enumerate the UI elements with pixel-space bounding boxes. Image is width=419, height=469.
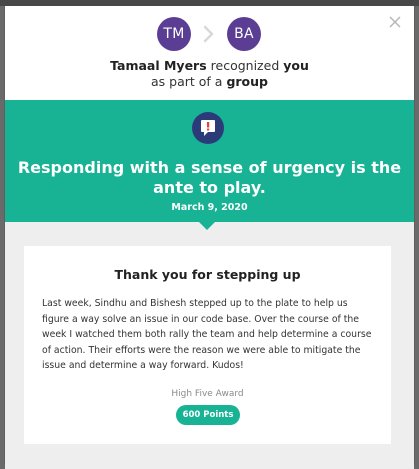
chevron-right-icon — [203, 25, 214, 43]
sender-avatar[interactable]: TM — [157, 17, 191, 51]
message-body: Last week, Sindhu and Bishesh stepped up… — [42, 298, 372, 371]
you-text: you — [283, 58, 309, 73]
value-banner: Responding with a sense of urgency is th… — [5, 100, 414, 222]
modal-header: TM BA Tamaal Myers recognized you as par… — [5, 6, 414, 100]
points-badge: 600 Points — [176, 405, 240, 425]
page-background-left — [0, 6, 4, 469]
recognized-text: recognized — [210, 58, 280, 73]
message-title: Thank you for stepping up — [114, 267, 301, 282]
recipient-avatar[interactable]: BA — [227, 17, 261, 51]
sender-name[interactable]: Tamaal Myers — [110, 58, 207, 73]
recognition-summary: Tamaal Myers recognized you as part of a… — [5, 58, 414, 90]
banner-pointer — [199, 222, 215, 230]
as-part-of-text: as part of a — [151, 74, 223, 89]
value-badge — [192, 112, 224, 144]
value-headline: Responding with a sense of urgency is th… — [17, 158, 402, 197]
award-label: High Five Award — [171, 389, 244, 399]
group-text: group — [226, 74, 268, 89]
page-background-right — [415, 6, 419, 469]
recognition-date: March 9, 2020 — [171, 202, 248, 213]
recognition-modal: TM BA Tamaal Myers recognized you as par… — [5, 6, 414, 469]
close-icon[interactable] — [388, 15, 402, 29]
message-card: Thank you for stepping up Last week, Sin… — [24, 246, 391, 444]
exclamation-icon — [201, 120, 215, 136]
